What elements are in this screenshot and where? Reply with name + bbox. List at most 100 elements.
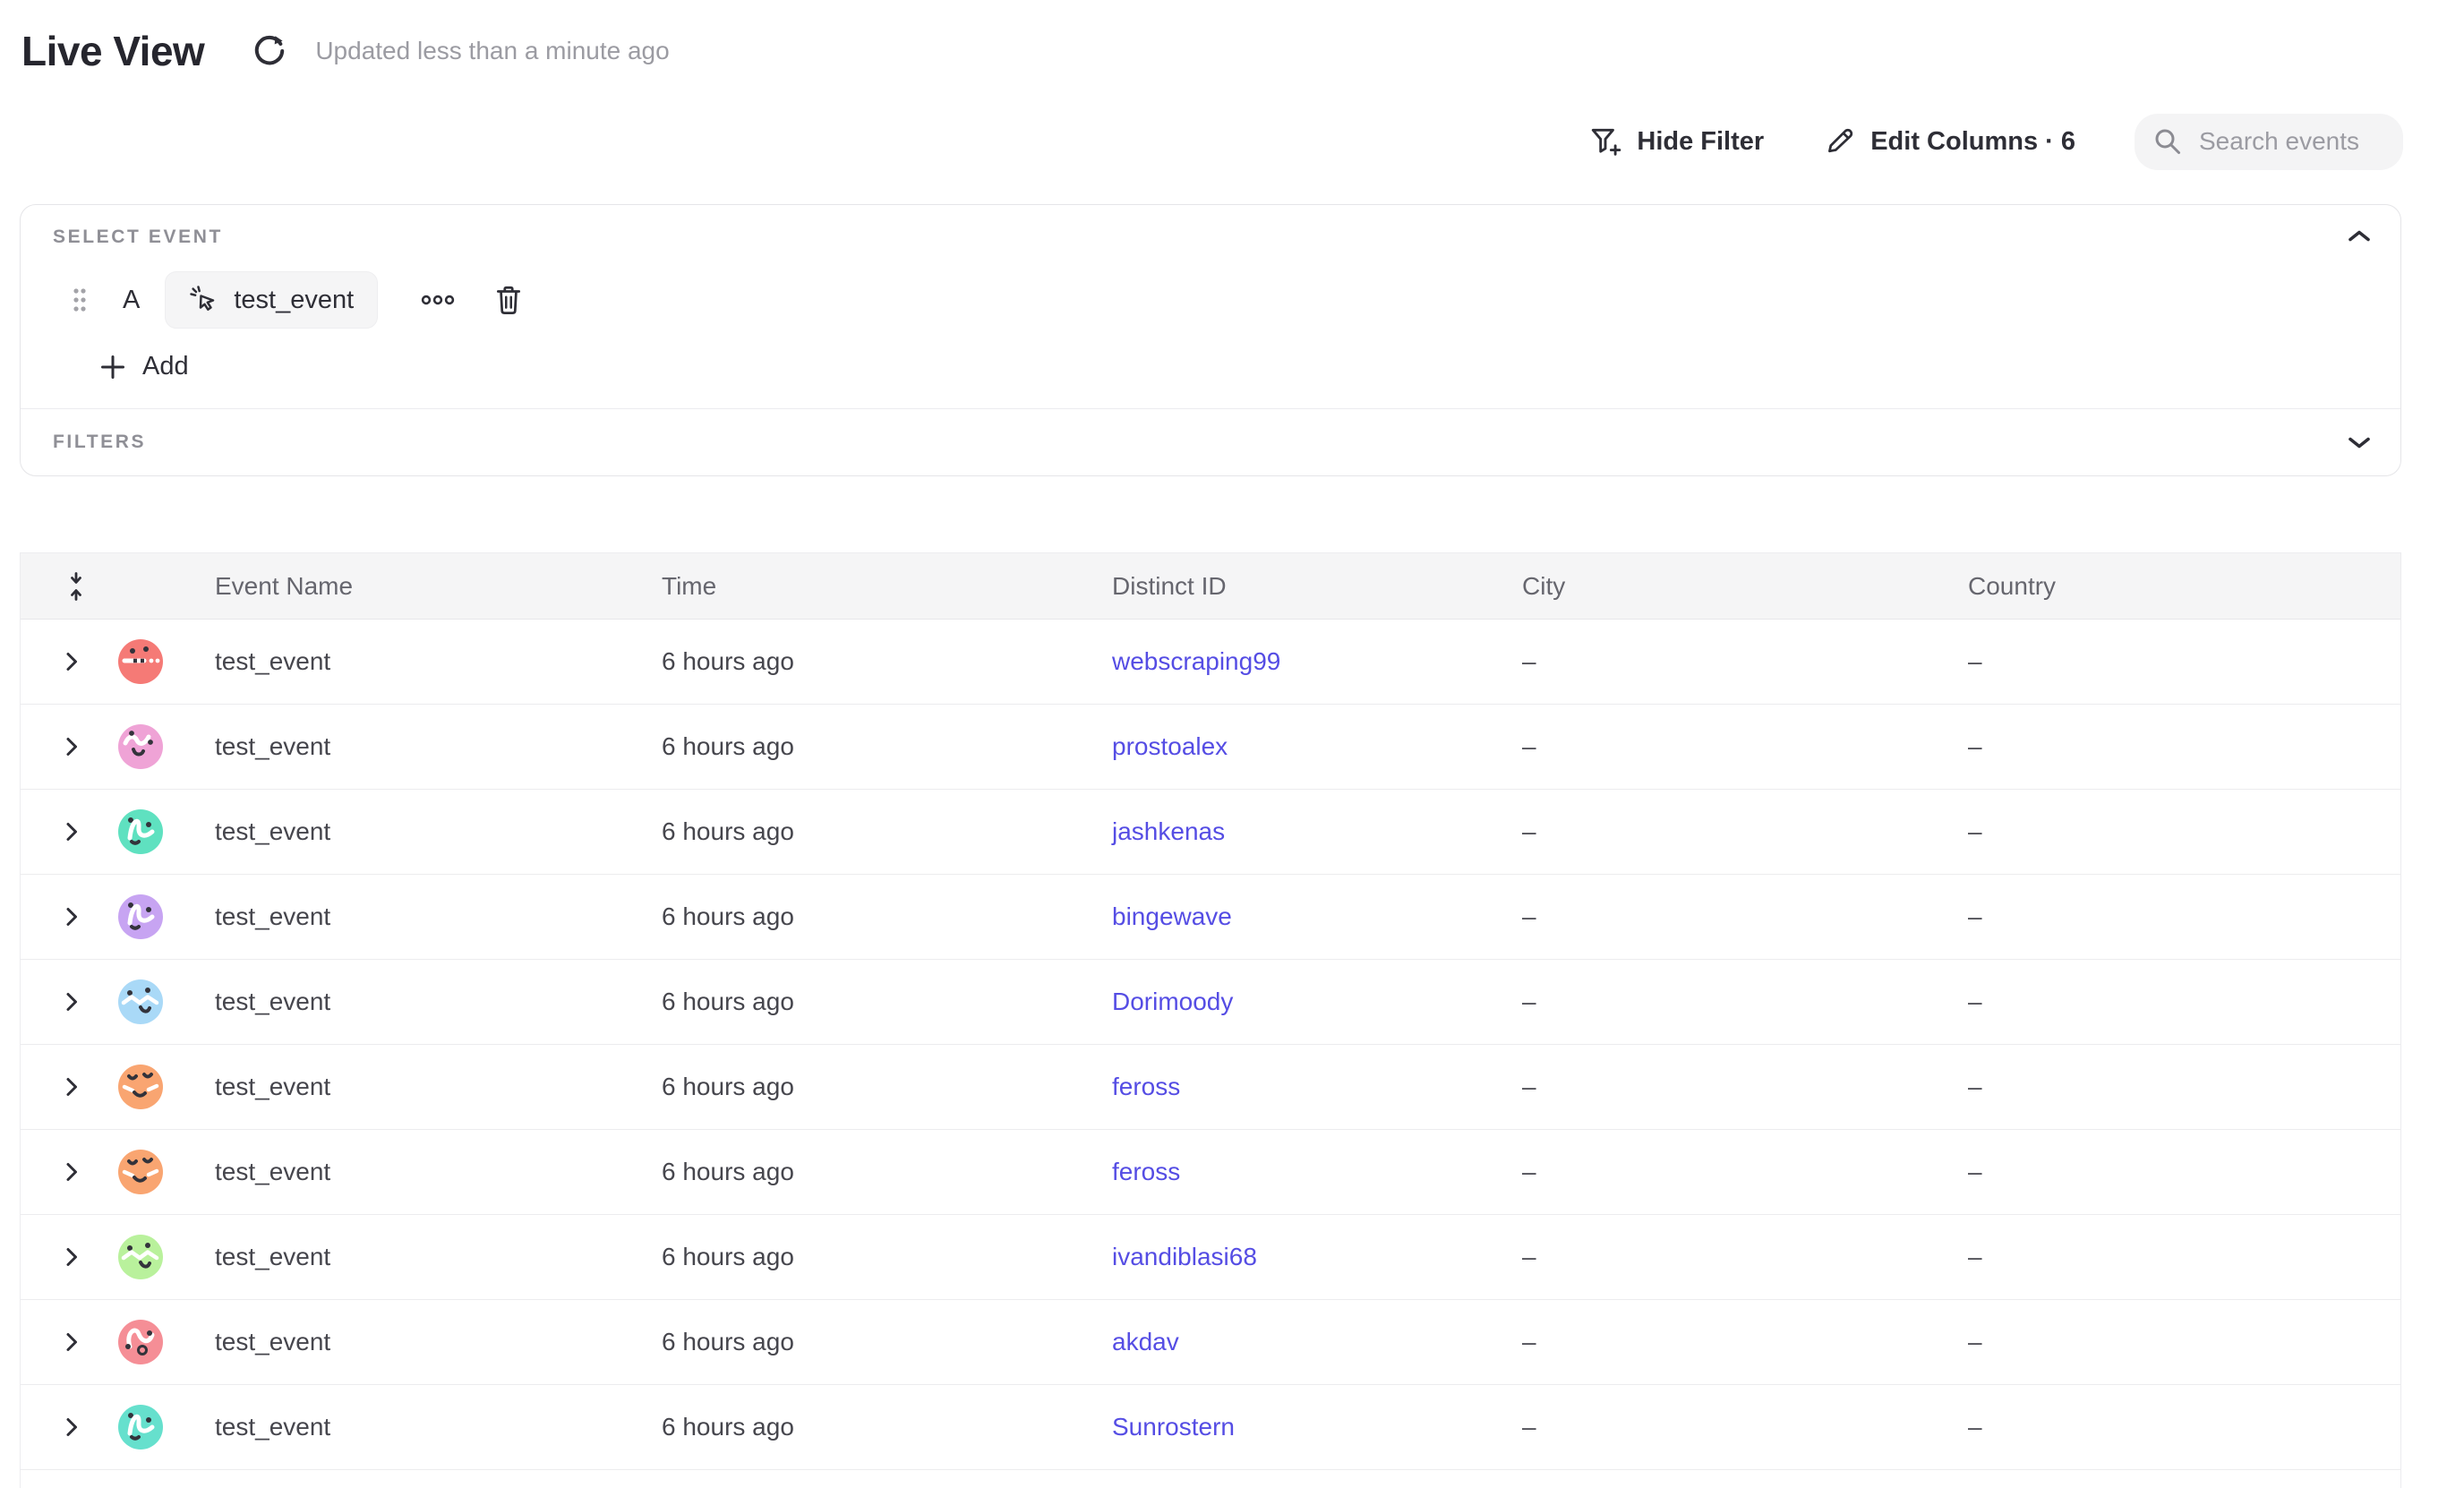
hide-filter-button[interactable]: Hide Filter: [1589, 125, 1764, 158]
time-cell: 6 hours ago: [662, 732, 1112, 761]
city-cell: –: [1522, 902, 1968, 931]
selected-event-label: test_event: [234, 286, 354, 315]
toolbar: Hide Filter Edit Columns · 6: [0, 113, 2403, 170]
refresh-button[interactable]: [251, 32, 288, 70]
table-row: test_event 6 hours ago Sunrostern – –: [21, 1385, 2400, 1470]
city-cell: –: [1522, 647, 1968, 676]
search-icon: [2152, 126, 2183, 157]
row-lead-cell: [21, 1405, 215, 1450]
time-cell: 6 hours ago: [662, 1073, 1112, 1101]
avatar: [118, 639, 163, 684]
plus-icon: [99, 354, 126, 381]
events-table: Event Name Time Distinct ID City Country: [20, 552, 2401, 1488]
table-row: test_event 6 hours ago prostoalex – –: [21, 705, 2400, 790]
expand-row-button[interactable]: [65, 1416, 79, 1438]
avatar: [118, 1405, 163, 1450]
distinct-id-link[interactable]: ivandiblasi68: [1112, 1243, 1522, 1271]
distinct-id-link[interactable]: feross: [1112, 1158, 1522, 1186]
expand-row-button[interactable]: [65, 651, 79, 672]
search-events-input[interactable]: [2197, 126, 2385, 157]
expand-row-button[interactable]: [65, 1161, 79, 1183]
time-cell: 6 hours ago: [662, 817, 1112, 846]
row-lead-cell: [21, 724, 215, 769]
country-cell: –: [1968, 1158, 2400, 1186]
table-row: test_event 6 hours ago feross – –: [21, 1045, 2400, 1130]
row-lead-cell: [21, 639, 215, 684]
column-header-city[interactable]: City: [1522, 572, 1968, 601]
filter-plus-icon: [1589, 125, 1621, 158]
avatar: [118, 1150, 163, 1194]
table-body: test_event 6 hours ago webscraping99 – –: [21, 620, 2400, 1470]
select-event-section: SELECT EVENT A: [21, 205, 2400, 408]
expand-row-button[interactable]: [65, 1331, 79, 1353]
pencil-icon: [1823, 125, 1855, 158]
expand-row-button[interactable]: [65, 1076, 79, 1098]
collapse-all-button[interactable]: [21, 571, 215, 602]
expand-row-button[interactable]: [65, 991, 79, 1013]
table-row: test_event 6 hours ago bingewave – –: [21, 875, 2400, 960]
expand-row-button[interactable]: [65, 736, 79, 757]
distinct-id-link[interactable]: bingewave: [1112, 902, 1522, 931]
row-lead-cell: [21, 894, 215, 939]
collapse-section-button[interactable]: [2347, 228, 2372, 244]
distinct-id-link[interactable]: jashkenas: [1112, 817, 1522, 846]
avatar: [118, 1320, 163, 1364]
refresh-icon: [251, 32, 288, 70]
column-header-time[interactable]: Time: [662, 572, 1112, 601]
time-cell: 6 hours ago: [662, 647, 1112, 676]
add-label: Add: [142, 352, 189, 381]
chevron-up-icon: [2347, 228, 2372, 244]
search-events-box[interactable]: [2135, 114, 2403, 170]
distinct-id-link[interactable]: Sunrostern: [1112, 1413, 1522, 1441]
country-cell: –: [1968, 1413, 2400, 1441]
city-cell: –: [1522, 817, 1968, 846]
event-selector-button[interactable]: test_event: [165, 271, 378, 329]
event-name-cell: test_event: [215, 647, 662, 676]
event-name-cell: test_event: [215, 1413, 662, 1441]
column-header-country[interactable]: Country: [1968, 572, 2400, 601]
distinct-id-link[interactable]: webscraping99: [1112, 647, 1522, 676]
avatar: [118, 894, 163, 939]
filters-label: FILTERS: [53, 432, 146, 453]
edit-columns-button[interactable]: Edit Columns · 6: [1823, 125, 2075, 158]
country-cell: –: [1968, 817, 2400, 846]
filters-section-toggle[interactable]: FILTERS: [21, 408, 2400, 475]
add-event-button[interactable]: Add: [99, 352, 2368, 381]
avatar: [118, 724, 163, 769]
page-header: Live View Updated less than a minute ago: [0, 0, 2464, 75]
more-options-button[interactable]: [421, 294, 455, 306]
table-row-partial: [21, 1470, 2400, 1488]
event-name-cell: test_event: [215, 732, 662, 761]
event-name-cell: test_event: [215, 1073, 662, 1101]
column-header-distinct-id[interactable]: Distinct ID: [1112, 572, 1522, 601]
row-lead-cell: [21, 979, 215, 1024]
drag-handle-icon[interactable]: [73, 285, 87, 315]
time-cell: 6 hours ago: [662, 1243, 1112, 1271]
expand-row-button[interactable]: [65, 1246, 79, 1268]
country-cell: –: [1968, 647, 2400, 676]
city-cell: –: [1522, 1328, 1968, 1356]
distinct-id-link[interactable]: prostoalex: [1112, 732, 1522, 761]
expand-row-button[interactable]: [65, 821, 79, 842]
distinct-id-link[interactable]: Dorimoody: [1112, 988, 1522, 1016]
expand-row-button[interactable]: [65, 906, 79, 928]
event-row: A test_event: [73, 271, 2368, 329]
table-row: test_event 6 hours ago Dorimoody – –: [21, 960, 2400, 1045]
row-lead-cell: [21, 1150, 215, 1194]
chevron-down-icon: [2347, 434, 2372, 450]
table-header: Event Name Time Distinct ID City Country: [21, 552, 2400, 620]
row-lead-cell: [21, 809, 215, 854]
avatar: [118, 809, 163, 854]
series-letter: A: [123, 286, 140, 315]
delete-event-button[interactable]: [494, 284, 523, 316]
event-name-cell: test_event: [215, 988, 662, 1016]
distinct-id-link[interactable]: akdav: [1112, 1328, 1522, 1356]
time-cell: 6 hours ago: [662, 1413, 1112, 1441]
updated-status: Updated less than a minute ago: [315, 37, 669, 65]
avatar: [118, 979, 163, 1024]
city-cell: –: [1522, 1073, 1968, 1101]
distinct-id-link[interactable]: feross: [1112, 1073, 1522, 1101]
click-event-icon: [189, 285, 219, 315]
city-cell: –: [1522, 1243, 1968, 1271]
column-header-event-name[interactable]: Event Name: [215, 572, 662, 601]
